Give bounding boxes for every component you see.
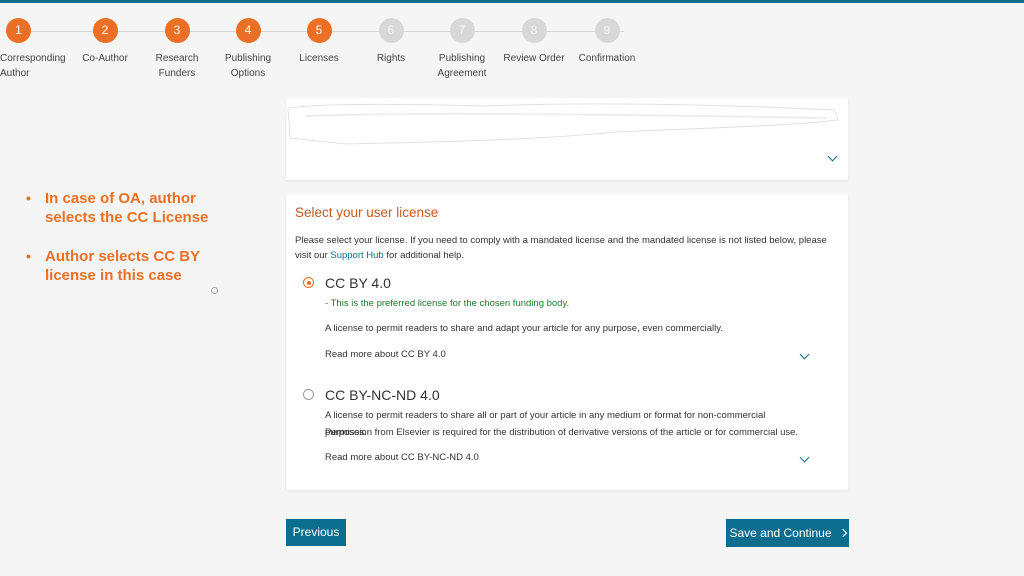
annotation-bullet: In case of OA, author selects the CC Lic…: [24, 189, 244, 227]
preferred-license-note: - This is the preferred license for the …: [325, 298, 570, 309]
step-label: Publishing Options: [224, 53, 272, 79]
step-label: Rights: [376, 53, 406, 64]
cursor-indicator: [211, 287, 218, 294]
chevron-down-icon[interactable]: [799, 349, 810, 360]
step-licenses[interactable]: 5 Licenses: [279, 18, 359, 66]
redacted-content: [287, 103, 839, 145]
step-number: 8: [521, 18, 547, 43]
step-number: 4: [235, 18, 261, 43]
top-accent-bar: [0, 0, 1024, 3]
step-confirmation: 9 Confirmation: [567, 18, 647, 66]
step-label: Review Order: [503, 53, 565, 64]
option-title-cc-by[interactable]: CC BY 4.0: [325, 275, 391, 291]
step-label: Co-Author: [82, 53, 128, 64]
annotation-bullet: Author selects CC BY license in this cas…: [24, 247, 244, 285]
option-title-cc-by-nc-nd[interactable]: CC BY-NC-ND 4.0: [325, 387, 440, 403]
step-co-author[interactable]: 2 Co-Author: [65, 18, 145, 66]
step-label: Corresponding Author: [0, 53, 66, 79]
license-intro: Please select your license. If you need …: [295, 233, 840, 263]
step-label: Research Funders: [155, 53, 199, 79]
chevron-right-icon: [838, 528, 847, 538]
radio-cc-by[interactable]: [303, 277, 314, 288]
step-label: Confirmation: [578, 53, 636, 64]
progress-stepper: 1 Corresponding Author 2 Co-Author 3 Res…: [0, 14, 660, 84]
step-publishing-options[interactable]: 4 Publishing Options: [208, 18, 288, 81]
step-label: Licenses: [299, 53, 339, 64]
read-more-cc-by[interactable]: Read more about CC BY 4.0: [325, 349, 446, 360]
step-number: 7: [449, 18, 475, 43]
step-number: 3: [164, 18, 190, 43]
step-number: 2: [92, 18, 118, 43]
chevron-down-icon[interactable]: [799, 452, 810, 463]
radio-cc-by-nc-nd[interactable]: [303, 389, 314, 400]
chevron-down-icon[interactable]: [827, 151, 838, 162]
option-description: A license to permit readers to share and…: [325, 323, 723, 334]
funding-summary-card: [286, 98, 848, 180]
step-number: 9: [594, 18, 620, 43]
step-research-funders[interactable]: 3 Research Funders: [137, 18, 217, 81]
license-selection-card: Select your user license Please select y…: [286, 194, 848, 490]
save-continue-button[interactable]: Save and Continue: [726, 519, 849, 547]
save-continue-label: Save and Continue: [729, 526, 832, 540]
option-description-2: Permission from Elsevier is required for…: [325, 427, 799, 438]
step-label: Publishing Agreement: [437, 53, 487, 79]
step-number: 5: [306, 18, 332, 43]
intro-text-end: for additional help.: [383, 250, 464, 261]
read-more-cc-by-nc-nd[interactable]: Read more about CC BY-NC-ND 4.0: [325, 452, 479, 463]
step-rights: 6 Rights: [351, 18, 431, 66]
step-number: 6: [378, 18, 404, 43]
section-title: Select your user license: [295, 205, 439, 220]
support-hub-link[interactable]: Support Hub: [330, 250, 383, 261]
step-number: 1: [6, 18, 31, 43]
step-review-order: 8 Review Order: [494, 18, 574, 66]
step-publishing-agreement: 7 Publishing Agreement: [422, 18, 502, 81]
previous-button[interactable]: Previous: [286, 519, 346, 546]
